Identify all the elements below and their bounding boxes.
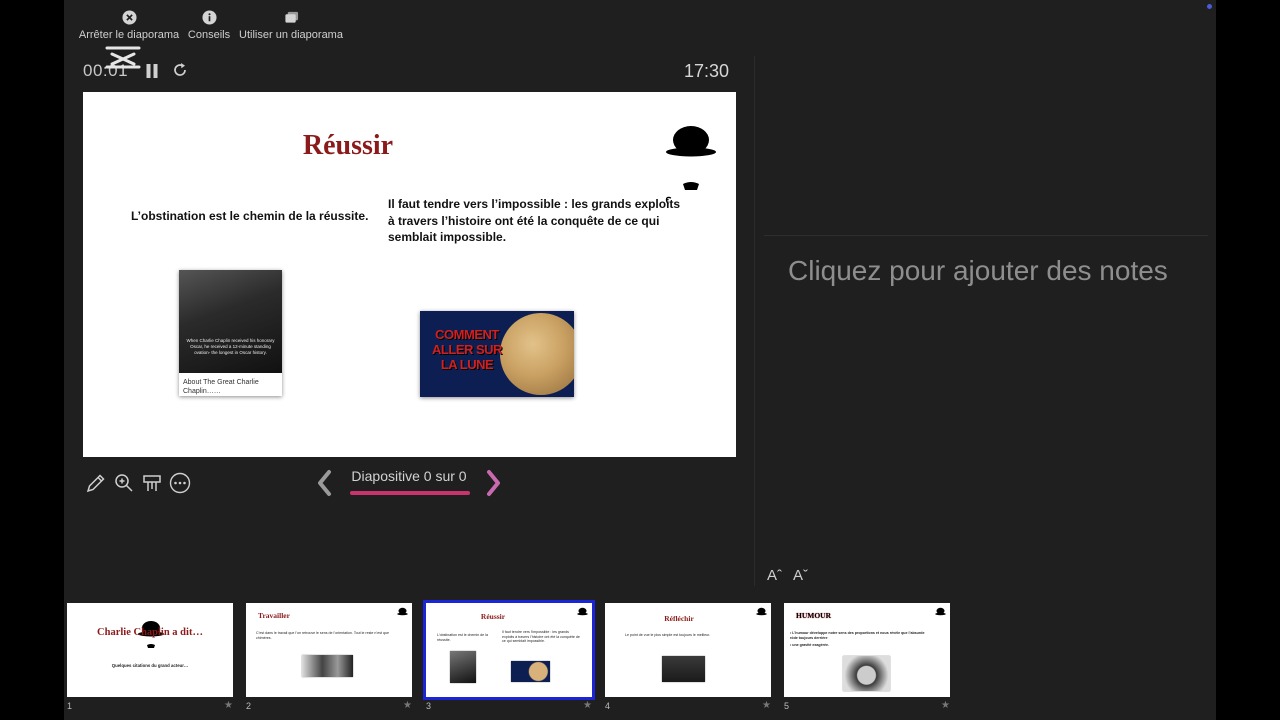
moon-caption: COMMENT ALLER SUR LA LUNE bbox=[432, 327, 502, 372]
slide-thumbnail-4[interactable]: Réfléchir Le point de vue le plus simple… bbox=[605, 603, 771, 697]
right-letterbox bbox=[1216, 0, 1280, 720]
quote-left: L’obstination est le chemin de la réussi… bbox=[131, 209, 369, 223]
slide-thumbnail-1[interactable]: Charlie Chaplin a dit… Quelques citation… bbox=[67, 603, 233, 697]
thumbnail-text: L’obstination est le chemin de la réussi… bbox=[437, 633, 488, 642]
previous-slide-icon[interactable] bbox=[314, 469, 334, 497]
star-icon: ★ bbox=[762, 700, 771, 711]
thumbnail-title: HUMOUR bbox=[796, 611, 831, 620]
thumbnail-title: Charlie Chaplin a dit… bbox=[97, 627, 203, 638]
thumbnail-number: 5 bbox=[784, 701, 790, 711]
slide-thumbnail-5[interactable]: HUMOUR • L’humour développe notre sens d… bbox=[784, 603, 950, 697]
current-slide[interactable]: Réussir L’obstination est le chemin de l… bbox=[83, 92, 736, 457]
slide-thumbnail-3[interactable]: Réussir L’obstination est le chemin de l… bbox=[423, 600, 595, 700]
zoom-icon[interactable] bbox=[113, 472, 135, 494]
thumbnail-title: Réfléchir bbox=[664, 614, 694, 623]
use-slideshow-label: Utiliser un diaporama bbox=[239, 29, 343, 41]
status-dot bbox=[1207, 4, 1212, 9]
tips-button[interactable]: Conseils bbox=[186, 10, 232, 41]
photo-card-title: About The Great Charlie Chaplin…… bbox=[183, 379, 259, 395]
thumbnail-image bbox=[662, 656, 705, 682]
thumbnail-title: Réussir bbox=[480, 612, 506, 621]
decrease-font-button[interactable]: Aˇ bbox=[793, 567, 808, 584]
quote-right: Il faut tendre vers l’impossible : les g… bbox=[388, 197, 681, 244]
thumbnail-number: 4 bbox=[605, 701, 611, 711]
thumbnail-title: Travailler bbox=[258, 611, 290, 620]
thumbnail-text-2: • une gravité exagérée. bbox=[790, 643, 830, 647]
recording-logo-icon bbox=[105, 46, 141, 69]
bowler-hat-icon bbox=[665, 126, 716, 204]
increase-font-button[interactable]: Aˆ bbox=[767, 567, 782, 584]
pause-icon[interactable] bbox=[146, 64, 158, 78]
thumbnail-image bbox=[843, 656, 890, 691]
stop-slideshow-label: Arrêter le diaporama bbox=[78, 29, 180, 41]
bowler-hat-icon bbox=[577, 607, 588, 616]
slide-counter: Diapositive 0 sur 0 bbox=[351, 468, 467, 484]
left-letterbox bbox=[0, 0, 64, 720]
photo-caption: When Charlie Chaplin received his honora… bbox=[186, 338, 275, 355]
thumbnail-text: C’est dans le travail que l’on retrouve … bbox=[256, 631, 389, 640]
star-icon: ★ bbox=[224, 700, 233, 711]
thumbnail-text: • L’humour développe notre sens des prop… bbox=[790, 631, 925, 640]
more-options-icon[interactable] bbox=[169, 472, 191, 494]
close-circle-icon bbox=[121, 10, 137, 25]
bowler-hat-icon bbox=[756, 607, 767, 616]
slides-stack-icon bbox=[284, 11, 298, 23]
chaplin-photo bbox=[179, 270, 282, 373]
thumbnail-text: Le point de vue le plus simple est toujo… bbox=[625, 633, 711, 637]
notes-divider bbox=[764, 235, 1208, 236]
moon-image: COMMENT ALLER SUR LA LUNE bbox=[420, 311, 574, 397]
thumbnail-number: 1 bbox=[67, 701, 73, 711]
thumbnail-text-2: Il faut tendre vers l’impossible : les g… bbox=[502, 630, 580, 643]
thumbnail-image bbox=[450, 651, 476, 683]
next-slide-icon[interactable] bbox=[484, 469, 504, 497]
thumbnail-text: Quelques citations du grand acteur… bbox=[111, 663, 189, 668]
thumbnail-number: 3 bbox=[426, 701, 432, 711]
pen-tool-icon[interactable] bbox=[85, 472, 107, 494]
bowler-hat-icon bbox=[397, 607, 408, 616]
notes-field[interactable]: Cliquez pour ajouter des notes bbox=[788, 252, 1188, 289]
chaplin-photo-card: When Charlie Chaplin received his honora… bbox=[179, 270, 282, 396]
use-slideshow-button[interactable]: Utiliser un diaporama bbox=[238, 10, 344, 41]
clock: 17:30 bbox=[684, 61, 730, 81]
info-icon bbox=[201, 10, 217, 25]
star-icon: ★ bbox=[403, 700, 412, 711]
panel-divider bbox=[754, 56, 755, 586]
restart-icon[interactable] bbox=[172, 62, 188, 78]
thumbnail-image bbox=[302, 655, 353, 677]
stop-slideshow-button[interactable]: Arrêter le diaporama bbox=[78, 10, 180, 41]
star-icon: ★ bbox=[941, 700, 950, 711]
slide-title: Réussir bbox=[302, 130, 394, 161]
tips-label: Conseils bbox=[187, 29, 231, 41]
bowler-hat-icon bbox=[935, 607, 946, 616]
thumbnail-image bbox=[511, 661, 550, 682]
star-icon: ★ bbox=[583, 700, 592, 711]
moon-graphic bbox=[500, 313, 574, 395]
thumbnail-number: 2 bbox=[246, 701, 252, 711]
subtitles-icon[interactable] bbox=[141, 472, 163, 494]
slide-progress-bar bbox=[350, 491, 470, 495]
slide-thumbnail-2[interactable]: Travailler C’est dans le travail que l’o… bbox=[246, 603, 412, 697]
